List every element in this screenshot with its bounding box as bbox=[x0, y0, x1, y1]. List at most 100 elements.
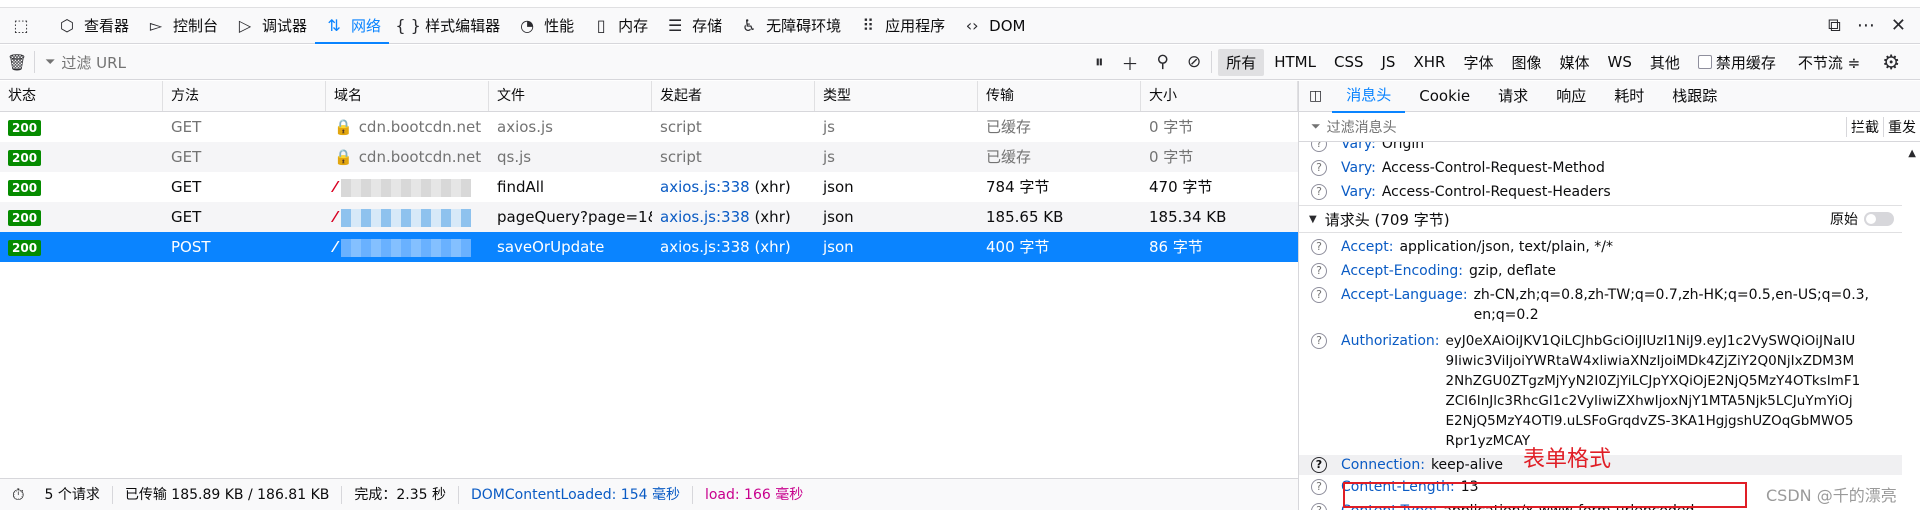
header-value: Origin bbox=[1381, 142, 1425, 152]
type-cell: js bbox=[823, 148, 835, 166]
help-icon[interactable]: ? bbox=[1311, 184, 1327, 200]
table-row[interactable]: 200 GET 🔒 cdn.bootcdn.net axios.js script… bbox=[0, 112, 1298, 142]
clear-button[interactable]: 🗑 bbox=[0, 53, 34, 72]
type-filters: 所有 HTML CSS JS XHR 字体 图像 媒体 WS 其他 bbox=[1212, 48, 1688, 76]
tab-inspector[interactable]: ⬡ 查看器 bbox=[48, 8, 137, 44]
tab-application[interactable]: ⠿ 应用程序 bbox=[849, 8, 953, 44]
tab-console[interactable]: ▻ 控制台 bbox=[137, 8, 226, 44]
initiator-link[interactable]: axios.js:338 bbox=[660, 178, 750, 196]
initiator-link[interactable]: axios.js:338 bbox=[660, 208, 750, 226]
file-cell: findAll bbox=[497, 178, 545, 196]
close-icon[interactable]: ✕ bbox=[1891, 15, 1906, 36]
help-icon[interactable]: ? bbox=[1311, 142, 1327, 152]
search-icon[interactable]: ⚲ bbox=[1157, 52, 1169, 72]
help-icon[interactable]: ? bbox=[1311, 479, 1327, 495]
element-picker-button[interactable]: ⬚ bbox=[0, 8, 48, 44]
header-name: Vary: bbox=[1341, 142, 1376, 152]
help-icon[interactable]: ? bbox=[1311, 239, 1327, 255]
add-icon[interactable]: ＋ bbox=[1122, 50, 1139, 75]
type-filter-xhr[interactable]: XHR bbox=[1405, 50, 1453, 74]
filter-url-input[interactable]: ⏷ 过滤 URL bbox=[35, 45, 1085, 80]
header-value: Access-Control-Request-Method bbox=[1381, 160, 1605, 176]
tab-headers[interactable]: 消息头 bbox=[1332, 80, 1406, 113]
column-method[interactable]: 方法 bbox=[163, 81, 326, 111]
table-row[interactable]: 200 GET ⁄ findAll axios.js:338 (xhr) jso… bbox=[0, 172, 1298, 202]
settings-gear-icon[interactable]: ⚙ bbox=[1882, 50, 1900, 74]
pause-icon[interactable]: ⏸ bbox=[1095, 52, 1104, 72]
status-badge: 200 bbox=[8, 180, 42, 196]
type-filter-fonts[interactable]: 字体 bbox=[1455, 49, 1501, 76]
throttle-select[interactable]: 不节流 ≑ bbox=[1798, 52, 1860, 73]
tab-stack-trace[interactable]: 栈跟踪 bbox=[1658, 81, 1731, 112]
block-icon[interactable]: ⊘ bbox=[1187, 52, 1201, 72]
column-transfer[interactable]: 传输 bbox=[978, 81, 1141, 111]
type-filter-other[interactable]: 其他 bbox=[1642, 49, 1688, 76]
transfer-cell: 已缓存 bbox=[986, 148, 1032, 166]
tab-debugger[interactable]: ▷ 调试器 bbox=[226, 8, 315, 44]
size-cell: 185.34 KB bbox=[1149, 208, 1227, 226]
tab-storage[interactable]: ☰ 存储 bbox=[656, 8, 730, 44]
expand-triangle-icon: ▼ bbox=[1309, 213, 1317, 225]
raw-toggle[interactable]: 原始 bbox=[1830, 209, 1894, 229]
help-icon[interactable]: ? bbox=[1311, 457, 1327, 473]
resend-button[interactable]: 重发 bbox=[1883, 116, 1920, 137]
scrollbar[interactable]: ▲ bbox=[1902, 142, 1920, 510]
scroll-up-icon[interactable]: ▲ bbox=[1908, 148, 1916, 159]
size-cell: 470 字节 bbox=[1149, 178, 1213, 196]
checkbox-box bbox=[1697, 55, 1712, 69]
column-status[interactable]: 状态 bbox=[0, 81, 163, 111]
request-header-row: ? Accept: application/json, text/plain, */… bbox=[1299, 237, 1920, 257]
type-filter-all[interactable]: 所有 bbox=[1218, 48, 1265, 76]
column-domain[interactable]: 域名 bbox=[326, 81, 489, 111]
initiator-cell: script bbox=[660, 148, 702, 166]
domain-text: cdn.bootcdn.net bbox=[358, 148, 482, 166]
table-row[interactable]: 200 GET ⁄ pageQuery?page=1&pa axios.js:3… bbox=[0, 202, 1298, 232]
type-filter-images[interactable]: 图像 bbox=[1503, 49, 1549, 76]
help-icon[interactable]: ? bbox=[1311, 503, 1327, 510]
help-icon[interactable]: ? bbox=[1311, 263, 1327, 279]
initiator-cell: axios.js:338 (xhr) bbox=[652, 172, 815, 202]
type-filter-media[interactable]: 媒体 bbox=[1551, 49, 1597, 76]
table-row-selected[interactable]: 200 POST ⁄ saveOrUpdate axios.js:338 (xh… bbox=[0, 232, 1298, 262]
block-button[interactable]: 拦截 bbox=[1846, 116, 1883, 137]
redacted-domain bbox=[340, 238, 471, 257]
help-icon[interactable]: ? bbox=[1311, 333, 1327, 349]
column-file[interactable]: 文件 bbox=[489, 81, 652, 111]
tab-dom[interactable]: ‹› DOM bbox=[953, 8, 1033, 44]
type-filter-css[interactable]: CSS bbox=[1326, 50, 1372, 74]
type-cell: json bbox=[823, 208, 854, 226]
column-type[interactable]: 类型 bbox=[815, 81, 978, 111]
tab-performance[interactable]: ◔ 性能 bbox=[508, 8, 582, 44]
more-icon[interactable]: ⋯ bbox=[1857, 15, 1875, 36]
domain-cell: ⁄ bbox=[326, 232, 489, 262]
tab-memory[interactable]: ▯ 内存 bbox=[582, 8, 656, 44]
tab-timings[interactable]: 耗时 bbox=[1600, 81, 1658, 112]
header-name: Accept: bbox=[1341, 239, 1394, 255]
type-filter-js[interactable]: JS bbox=[1374, 50, 1404, 74]
headers-filter-input[interactable]: ⏷ 过滤消息头 拦截 重发 bbox=[1299, 112, 1920, 142]
type-filter-ws[interactable]: WS bbox=[1599, 50, 1639, 74]
tab-style-editor[interactable]: { } 样式编辑器 bbox=[389, 8, 508, 44]
storage-icon: ☰ bbox=[667, 16, 683, 35]
disable-cache-checkbox[interactable]: 禁用缓存 bbox=[1697, 52, 1776, 73]
domain-text: cdn.bootcdn.net bbox=[358, 118, 482, 136]
table-row[interactable]: 200 GET 🔒 cdn.bootcdn.net qs.js script js… bbox=[0, 142, 1298, 172]
column-size[interactable]: 大小 bbox=[1141, 81, 1298, 111]
method-cell: GET bbox=[171, 148, 202, 166]
request-headers-section[interactable]: ▼ 请求头 (709 字节) 原始 bbox=[1299, 205, 1920, 233]
type-filter-html[interactable]: HTML bbox=[1266, 50, 1324, 74]
help-icon[interactable]: ? bbox=[1311, 160, 1327, 176]
dock-icon[interactable]: ⧉ bbox=[1828, 15, 1841, 36]
column-initiator[interactable]: 发起者 bbox=[652, 81, 815, 111]
tab-request[interactable]: 请求 bbox=[1484, 81, 1542, 112]
insecure-icon: ⁄ bbox=[334, 238, 337, 256]
help-icon[interactable]: ? bbox=[1311, 287, 1327, 303]
tab-cookie[interactable]: Cookie bbox=[1405, 81, 1484, 112]
initiator-link[interactable]: axios.js:338 bbox=[660, 238, 750, 256]
tab-network[interactable]: ⇅ 网络 bbox=[315, 8, 390, 44]
transfer-cell: 400 字节 bbox=[986, 238, 1050, 256]
tab-response[interactable]: 响应 bbox=[1542, 81, 1600, 112]
status-badge: 200 bbox=[8, 240, 42, 256]
toggle-sidebar-icon[interactable]: ◫ bbox=[1299, 81, 1332, 112]
tab-accessibility[interactable]: ♿ 无障碍环境 bbox=[730, 8, 849, 44]
